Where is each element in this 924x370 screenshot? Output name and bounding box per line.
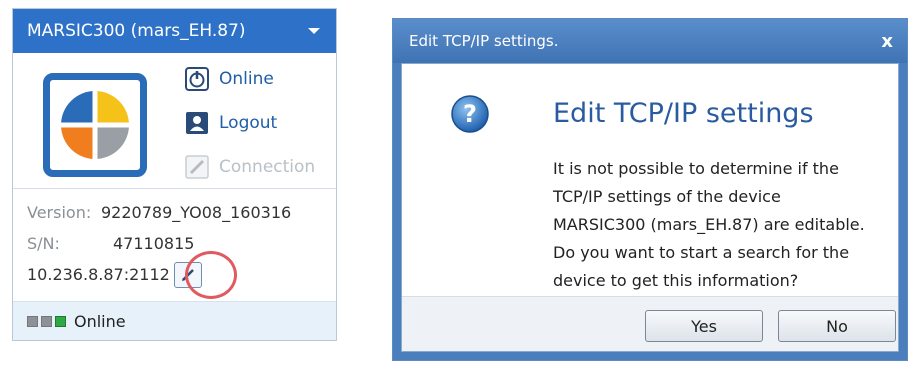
device-panel-header[interactable]: MARSIC300 (mars_EH.87) [13, 9, 336, 53]
device-top-area: Online Logout Connection [13, 53, 336, 189]
online-action-label: Online [219, 69, 274, 89]
device-panel: MARSIC300 (mars_EH.87) Online Logout Con… [12, 8, 337, 341]
message-line: device to get this information? [553, 271, 799, 290]
logout-action[interactable]: Logout [185, 111, 277, 135]
connection-action[interactable]: Connection [185, 155, 315, 179]
user-icon [186, 112, 208, 134]
ip-address: 10.236.8.87:2112 [27, 265, 170, 284]
status-bar: Online [13, 301, 336, 340]
dialog-window-title: Edit TCP/IP settings. [409, 32, 559, 50]
version-label: Version: [27, 203, 92, 222]
status-led-2 [41, 315, 52, 327]
serial-row: S/N: 47110815 [27, 228, 322, 259]
connection-action-label: Connection [219, 157, 316, 177]
device-title: MARSIC300 (mars_EH.87) [27, 21, 246, 41]
dialog-message: It is not possible to determine if the T… [553, 155, 903, 295]
address-row: 10.236.8.87:2112 [27, 259, 322, 290]
version-row: Version: 9220789_YO08_160316 [27, 197, 322, 228]
message-line: TCP/IP settings of the device [553, 187, 781, 206]
version-value: 9220789_YO08_160316 [101, 203, 292, 222]
logout-action-label: Logout [219, 113, 278, 133]
status-led-1 [27, 315, 38, 327]
power-icon [185, 67, 209, 91]
device-logo [43, 73, 147, 177]
dialog-footer: Yes No [402, 296, 898, 351]
dialog-heading: Edit TCP/IP settings [553, 98, 814, 129]
device-logo-icon [60, 90, 130, 160]
status-led-3 [55, 315, 66, 327]
no-button[interactable]: No [778, 310, 896, 342]
svg-text:?: ? [463, 100, 477, 128]
connection-icon [185, 155, 209, 179]
highlight-ring [185, 251, 237, 299]
question-icon: ? [451, 95, 489, 133]
yes-button[interactable]: Yes [645, 310, 763, 342]
message-line: MARSIC300 (mars_EH.87) are editable. [553, 215, 865, 234]
serial-value: 47110815 [113, 234, 195, 253]
tcpip-dialog: Edit TCP/IP settings. x ? Edit TCP/IP se… [392, 18, 908, 361]
message-line: It is not possible to determine if the [553, 159, 839, 178]
caret-down-icon[interactable] [308, 28, 320, 34]
close-icon[interactable]: x [881, 31, 893, 52]
dialog-title-bar[interactable]: Edit TCP/IP settings. x [393, 19, 907, 63]
status-text: Online [74, 311, 126, 331]
device-info: Version: 9220789_YO08_160316 S/N: 471108… [13, 189, 336, 290]
dialog-body: ? Edit TCP/IP settings It is not possibl… [401, 63, 899, 352]
message-line: Do you want to start a search for the [553, 243, 850, 262]
online-action[interactable]: Online [185, 67, 274, 91]
serial-label: S/N: [27, 234, 60, 253]
